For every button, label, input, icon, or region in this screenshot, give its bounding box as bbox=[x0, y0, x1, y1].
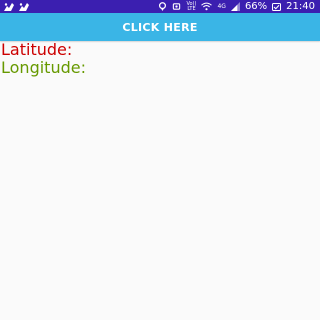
click-here-button[interactable]: CLICK HERE bbox=[0, 13, 320, 41]
network-type-label: 4G bbox=[217, 2, 226, 10]
location-icon bbox=[159, 2, 167, 11]
volte-icon: Vo)) LTE bbox=[186, 1, 196, 12]
status-bar: Vo)) LTE 4G 66% 21:40 bbox=[0, 0, 320, 13]
app-screen: Vo)) LTE 4G 66% 21:40 CLICK HERE Latitud… bbox=[0, 0, 320, 320]
alarm-icon bbox=[173, 3, 181, 10]
clock: 21:40 bbox=[286, 0, 315, 12]
volte-label-bottom: LTE bbox=[187, 5, 196, 12]
signal-icon bbox=[230, 2, 240, 11]
longitude-label: Longitude: bbox=[1, 58, 86, 77]
status-bar-left bbox=[4, 2, 29, 11]
notification-icon bbox=[4, 2, 14, 11]
battery-percentage: 66% bbox=[244, 0, 268, 12]
notification-icon bbox=[19, 2, 29, 11]
battery-icon bbox=[272, 2, 282, 11]
latitude-label: Latitude: bbox=[1, 40, 73, 59]
status-bar-right: Vo)) LTE 4G 66% 21:40 bbox=[158, 0, 315, 12]
wifi-icon bbox=[201, 2, 213, 11]
